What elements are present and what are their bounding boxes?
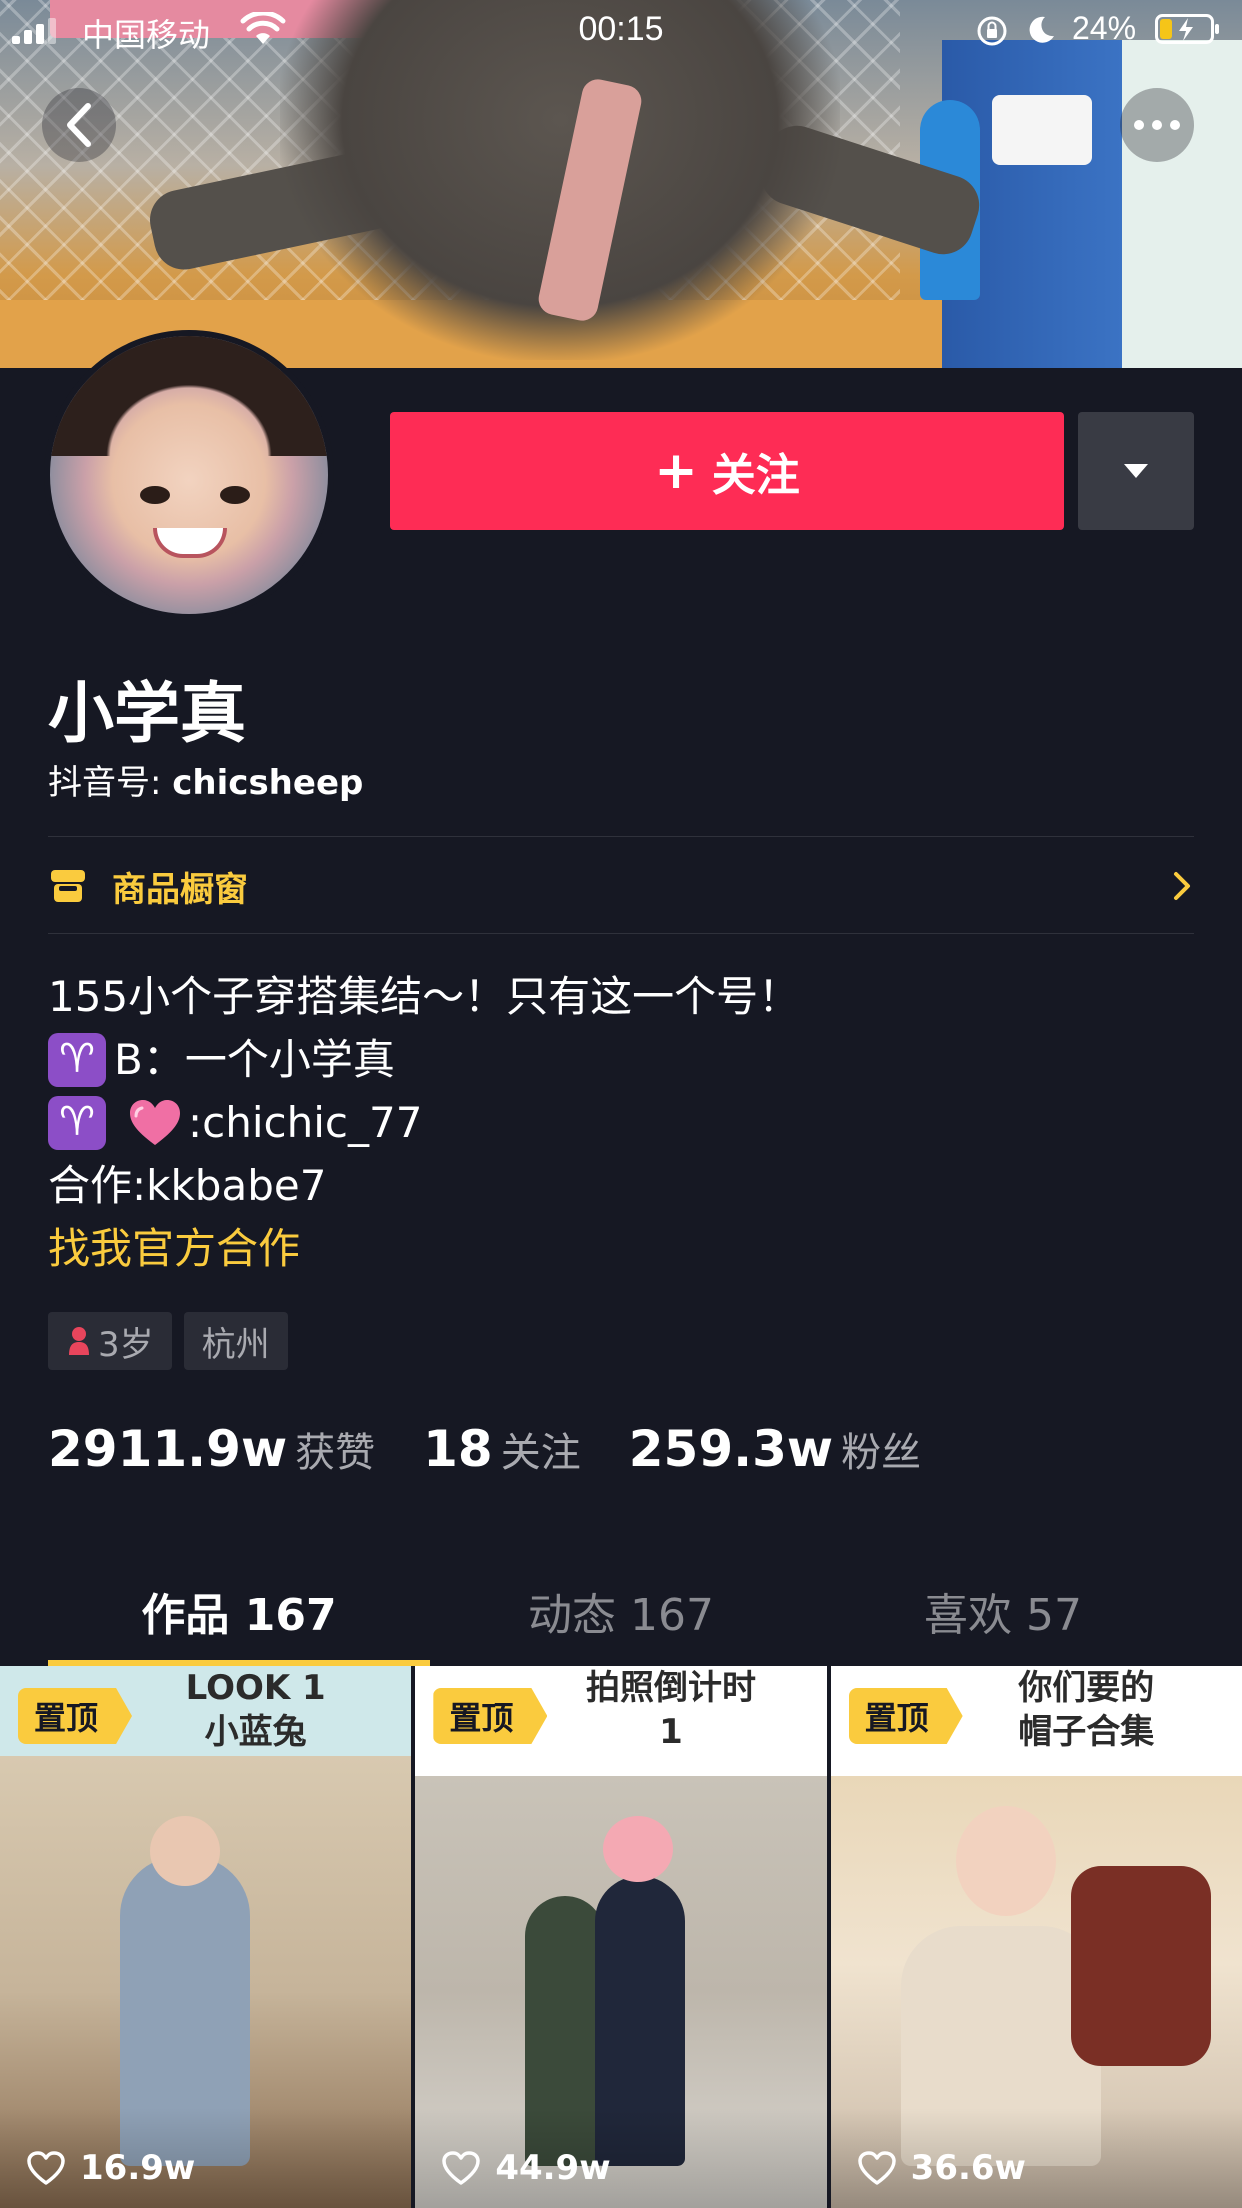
- profile-tabs: 作品 167 动态 167 喜欢 57: [48, 1556, 1194, 1666]
- likes-label: 获赞: [295, 1430, 376, 1476]
- plus-icon: +: [654, 441, 698, 501]
- do-not-disturb-icon: [1029, 16, 1054, 43]
- rotation-lock-icon: [977, 16, 1007, 46]
- triangle-down-icon: [1124, 464, 1148, 478]
- follow-button-label: 关注: [711, 450, 800, 501]
- video-likes: 44.9w: [441, 2148, 611, 2188]
- tab-likes[interactable]: 喜欢 57: [812, 1556, 1194, 1666]
- age-tag: 3岁: [48, 1312, 172, 1370]
- battery-charging-icon: [1155, 14, 1219, 44]
- bio-line: 合作:kkbabe7: [48, 1161, 327, 1210]
- douyin-id-value: chicsheep: [172, 763, 364, 803]
- back-button[interactable]: [42, 88, 116, 162]
- bio-line: ♈ B：一个小学真: [48, 1028, 1194, 1091]
- followers-count: 259.3w: [628, 1420, 834, 1478]
- video-person-head: [955, 1806, 1056, 1916]
- profile-tags: 3岁 杭州: [48, 1312, 288, 1370]
- pinned-badge: 置顶: [433, 1688, 548, 1744]
- hats-pile: [1070, 1866, 1211, 2066]
- video-thumbnail[interactable]: LOOK 1 小蓝兔 置顶 16.9w: [0, 1666, 412, 2208]
- video-likes-count: 36.6w: [910, 2148, 1026, 2188]
- follow-button[interactable]: + 关注: [390, 412, 1064, 530]
- bio-line: 155小个子穿搭集结～！只有这一个号！: [48, 972, 801, 1021]
- video-caption-line: LOOK 1: [185, 1668, 326, 1708]
- aries-icon: ♈: [48, 1032, 106, 1087]
- video-thumbnail[interactable]: 拍照倒计时 1 置顶 44.9w: [415, 1666, 827, 2208]
- more-dots-icon: [1134, 120, 1180, 130]
- status-bar: 中国移动 00:15 24%: [0, 0, 1242, 60]
- video-caption-line: 帽子合集: [1018, 1712, 1155, 1752]
- profile-bio: 155小个子穿搭集结～！只有这一个号！ ♈ B：一个小学真 ♈ :chichic…: [48, 965, 1194, 1280]
- aries-icon: ♈: [48, 1095, 106, 1150]
- tab-works[interactable]: 作品 167: [48, 1556, 430, 1666]
- video-caption-line: 小蓝兔: [204, 1712, 307, 1752]
- shop-icon: [51, 870, 85, 902]
- heart-outline-icon: [27, 2151, 65, 2185]
- bio-line: ♈ :chichic_77: [48, 1091, 1194, 1154]
- female-icon: [69, 1327, 89, 1355]
- video-likes-count: 16.9w: [80, 2148, 196, 2188]
- followers-label: 粉丝: [841, 1430, 922, 1476]
- video-caption: 你们要的 帽子合集: [941, 1666, 1232, 1766]
- douyin-id: 抖音号: chicsheep: [48, 755, 363, 804]
- profile-stats: 2911.9w 获赞 18 关注 259.3w 粉丝: [48, 1420, 969, 1478]
- bio-line-text: :chichic_77: [188, 1098, 423, 1147]
- pinned-badge: 置顶: [848, 1688, 963, 1744]
- profile-nickname: 小学真: [48, 675, 246, 752]
- pig-face-sticker: [603, 1816, 674, 1882]
- video-thumbnail[interactable]: 你们要的 帽子合集 置顶 36.6w: [830, 1666, 1242, 2208]
- likes-stat: 2911.9w 获赞: [48, 1420, 375, 1478]
- video-likes-count: 44.9w: [495, 2148, 611, 2188]
- cover-booth-logo: [992, 95, 1092, 165]
- douyin-id-label: 抖音号:: [48, 763, 162, 803]
- more-options-button[interactable]: [1120, 88, 1194, 162]
- product-showcase-label: 商品橱窗: [112, 869, 248, 910]
- tab-moments[interactable]: 动态 167: [430, 1556, 812, 1666]
- followers-stat[interactable]: 259.3w 粉丝: [629, 1420, 921, 1478]
- pink-heart-icon: [130, 1099, 180, 1145]
- video-likes: 36.6w: [857, 2148, 1026, 2188]
- age-tag-label: 3岁: [98, 1324, 154, 1365]
- video-caption: LOOK 1 小蓝兔: [110, 1666, 401, 1766]
- chevron-right-icon: [1174, 872, 1190, 900]
- city-tag: 杭州: [183, 1312, 288, 1370]
- cover-booth: [942, 40, 1242, 368]
- video-person-head: [150, 1816, 220, 1886]
- divider: [48, 836, 1194, 837]
- likes-count: 2911.9w: [48, 1420, 288, 1478]
- bio-line-text: B：一个小学真: [114, 1035, 395, 1084]
- heart-outline-icon: [442, 2151, 481, 2185]
- chevron-left-icon: [67, 103, 91, 147]
- video-caption-line: 1: [659, 1712, 683, 1752]
- divider: [48, 933, 1194, 934]
- avatar[interactable]: [44, 330, 334, 620]
- video-grid: LOOK 1 小蓝兔 置顶 16.9w 拍照倒计时 1 置顶 44.9w 你们要…: [0, 1666, 1242, 2208]
- video-likes: 16.9w: [26, 2148, 195, 2188]
- video-caption-line: 拍照倒计时: [585, 1668, 756, 1708]
- official-cooperation-link[interactable]: 找我官方合作: [48, 1217, 1194, 1280]
- battery-percent: 24%: [1072, 10, 1137, 46]
- video-caption-line: 你们要的: [1018, 1668, 1155, 1708]
- product-showcase-row[interactable]: 商品橱窗: [48, 838, 1194, 934]
- video-caption: 拍照倒计时 1: [525, 1666, 816, 1766]
- following-stat[interactable]: 18 关注: [423, 1420, 581, 1478]
- following-label: 关注: [500, 1430, 581, 1476]
- recommend-dropdown-button[interactable]: [1078, 412, 1194, 530]
- pinned-badge: 置顶: [18, 1688, 133, 1744]
- heart-outline-icon: [857, 2151, 896, 2185]
- following-count: 18: [423, 1420, 493, 1478]
